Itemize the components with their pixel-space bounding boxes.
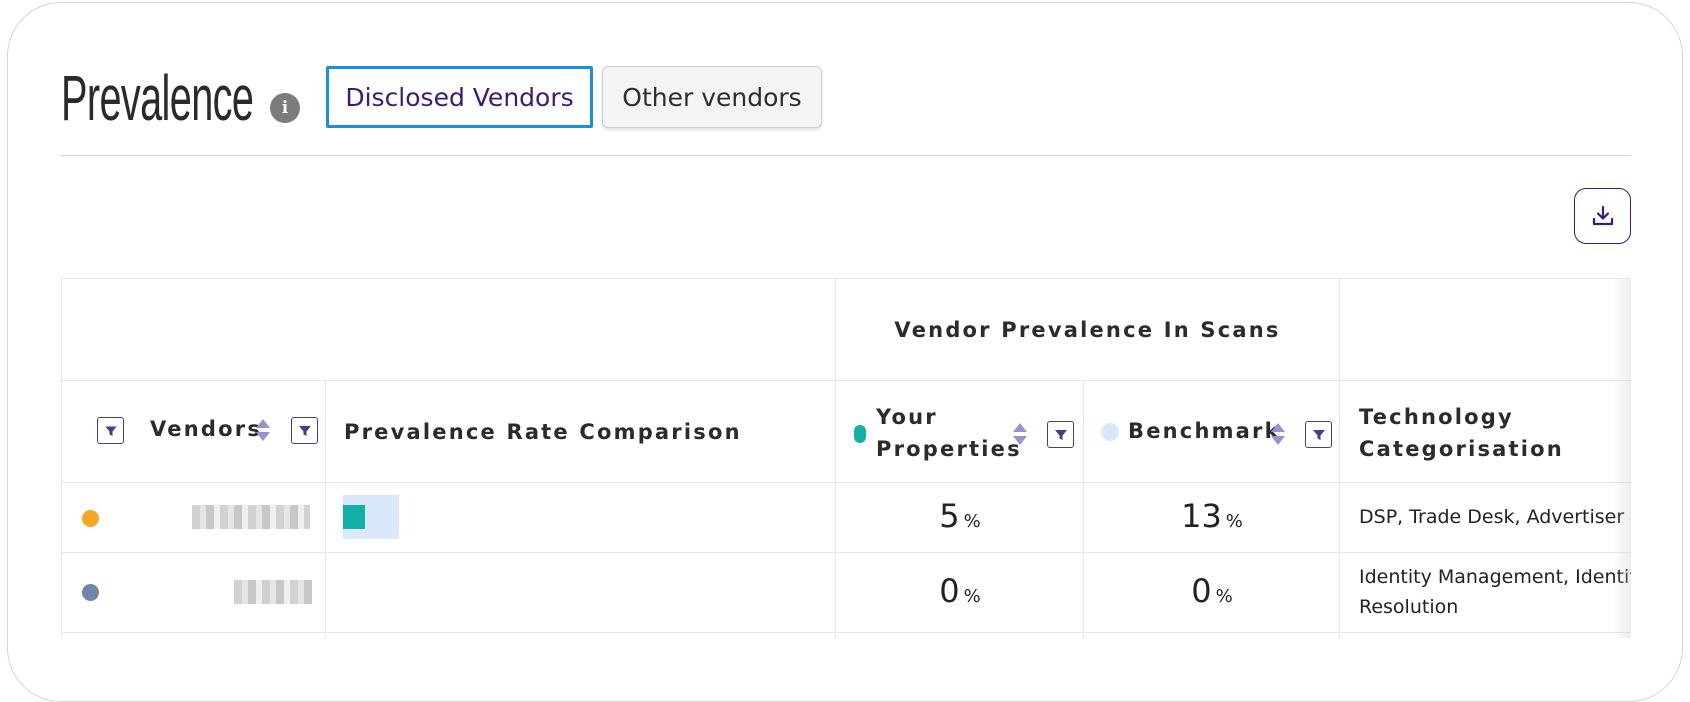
table-row-3-benchmark <box>1084 633 1340 638</box>
filter-icon <box>1312 429 1325 440</box>
benchmark-value: 0% <box>1084 572 1340 610</box>
filter-icon <box>104 425 117 436</box>
value-number: 13 <box>1181 497 1222 535</box>
table-row-3-comparison <box>326 633 836 638</box>
vendors-column-label: Vendors <box>150 417 263 441</box>
table-row-2-comparison <box>326 553 836 633</box>
your-properties-filter-button[interactable] <box>1047 421 1074 448</box>
table-row-1-your-properties: 5% <box>836 483 1084 553</box>
table-row-1-benchmark: 13% <box>1084 483 1340 553</box>
benchmark-column-label: Benchmark <box>1128 419 1281 443</box>
table-row-1-comparison <box>326 483 836 553</box>
group-header-empty-right <box>1340 279 1631 381</box>
row-filter-button[interactable] <box>97 417 124 444</box>
column-header-technology: Technology Categorisation <box>1340 381 1631 483</box>
table-row-3-vendor[interactable] <box>62 633 326 638</box>
your-properties-value: 5% <box>836 497 1084 535</box>
vendor-status-dot <box>82 510 99 527</box>
value-number: 0 <box>1191 572 1212 610</box>
table-row-2-benchmark: 0% <box>1084 553 1340 633</box>
header-divider <box>61 155 1631 156</box>
column-header-vendors: Vendors <box>62 381 326 483</box>
horizontal-scroll-shadow <box>1613 279 1631 638</box>
table-row-2-your-properties: 0% <box>836 553 1084 633</box>
percent-sign: % <box>963 511 981 532</box>
benchmark-legend-dot <box>1101 423 1119 441</box>
group-header-label: Vendor Prevalence In Scans <box>894 317 1281 342</box>
table-row-3-your-properties <box>836 633 1084 638</box>
percent-sign: % <box>1215 586 1233 607</box>
vendor-name-redacted <box>192 505 310 529</box>
vendor-name-redacted <box>234 580 312 604</box>
comparison-column-label: Prevalence Rate Comparison <box>344 419 742 444</box>
group-header-empty <box>62 279 836 381</box>
value-number: 5 <box>939 497 960 535</box>
table-row-2-technology: Identity Management, Identity Resolution <box>1340 553 1631 633</box>
percent-sign: % <box>963 586 981 607</box>
column-header-comparison: Prevalence Rate Comparison <box>326 381 836 483</box>
tab-disclosed-vendors[interactable]: Disclosed Vendors <box>326 66 593 128</box>
sort-your-properties-icon[interactable] <box>1012 421 1028 447</box>
filter-icon <box>1054 429 1067 440</box>
your-properties-legend-dot <box>854 425 866 443</box>
sort-benchmark-icon[interactable] <box>1270 421 1286 447</box>
vendor-status-dot <box>82 584 99 601</box>
technology-value-line-2: Resolution <box>1359 596 1459 618</box>
tab-other-vendors[interactable]: Other vendors <box>602 66 822 128</box>
technology-column-label: Technology Categorisation <box>1359 405 1564 461</box>
percent-sign: % <box>1225 511 1243 532</box>
column-header-your-properties: Your Properties <box>836 381 1084 483</box>
info-icon[interactable]: i <box>270 93 300 123</box>
benchmark-value: 13% <box>1084 497 1340 535</box>
download-button[interactable] <box>1574 188 1631 244</box>
download-icon <box>1592 205 1613 226</box>
table-row-1-vendor[interactable] <box>62 483 326 553</box>
table-row-1-technology: DSP, Trade Desk, Advertiser So <box>1340 483 1631 553</box>
value-number: 0 <box>939 572 960 610</box>
vendors-table: Vendor Prevalence In Scans Vendors Preva… <box>61 278 1631 638</box>
your-properties-column-label: Your Properties <box>876 405 1022 461</box>
filter-icon <box>298 425 311 436</box>
table-row-2-vendor[interactable] <box>62 553 326 633</box>
table-row-3-technology <box>1340 633 1631 638</box>
your-properties-value: 0% <box>836 572 1084 610</box>
sort-vendors-icon[interactable] <box>255 417 271 443</box>
your-properties-bar <box>343 505 365 529</box>
page-title: Prevalence <box>61 62 254 134</box>
vendors-filter-button[interactable] <box>291 417 318 444</box>
benchmark-filter-button[interactable] <box>1305 421 1332 448</box>
technology-value: DSP, Trade Desk, Advertiser So <box>1359 506 1631 528</box>
column-header-benchmark: Benchmark <box>1084 381 1340 483</box>
group-header-cell: Vendor Prevalence In Scans <box>836 279 1340 381</box>
technology-value-line-1: Identity Management, Identity <box>1359 566 1631 588</box>
